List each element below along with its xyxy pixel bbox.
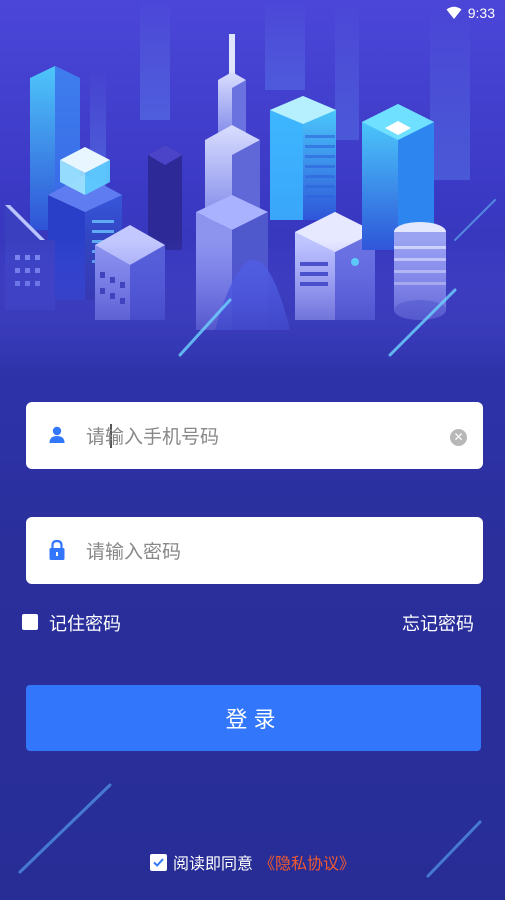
- password-input[interactable]: [84, 531, 438, 573]
- remember-checkbox[interactable]: [22, 614, 38, 630]
- login-button[interactable]: 登录: [26, 685, 481, 751]
- remember-row: 记住密码 忘记密码: [22, 608, 474, 638]
- user-icon: [49, 426, 65, 443]
- phone-input[interactable]: [84, 416, 438, 458]
- status-time: 9:33: [467, 5, 495, 21]
- status-bar: 9:33: [0, 0, 505, 28]
- remember-label[interactable]: 记住密码: [49, 610, 121, 636]
- password-field[interactable]: [26, 517, 483, 584]
- forgot-password-link[interactable]: 忘记密码: [402, 610, 474, 636]
- wifi-icon: [446, 6, 462, 19]
- clear-icon[interactable]: ✕: [450, 429, 467, 446]
- login-screen: 9:33 ✕ 记住密码 忘记密码 登录: [0, 0, 505, 900]
- city-illustration: [0, 0, 505, 370]
- privacy-policy-link[interactable]: 《隐私协议》: [259, 850, 355, 874]
- status-right: 9:33: [446, 5, 495, 21]
- agree-text: 阅读即同意: [172, 854, 253, 873]
- lock-icon: [49, 539, 65, 560]
- agreement-row: 阅读即同意 《隐私协议》: [0, 849, 505, 875]
- check-icon: [153, 857, 164, 867]
- phone-field[interactable]: ✕: [26, 402, 483, 469]
- agree-checkbox[interactable]: [149, 853, 167, 871]
